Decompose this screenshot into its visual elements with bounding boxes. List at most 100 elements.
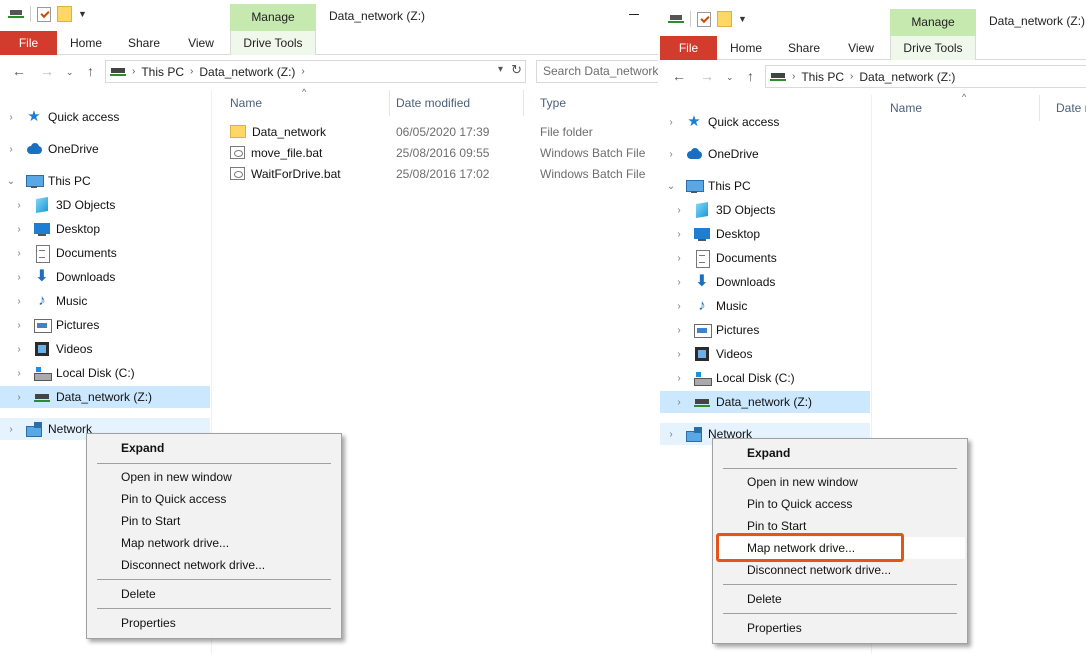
tab-view[interactable]: View [837,36,885,60]
manage-tab[interactable]: Manage [890,9,976,36]
breadcrumb-chevron-icon[interactable]: › [190,66,193,77]
expand-chevron-icon[interactable]: › [674,277,684,288]
expand-chevron-icon[interactable]: › [6,112,16,123]
nav-item-downloads[interactable]: › ⬇ Downloads [660,271,870,293]
expand-chevron-icon[interactable]: › [674,301,684,312]
nav-item-this-pc[interactable]: ⌄ This PC [660,175,870,197]
expand-chevron-icon[interactable]: › [14,248,24,259]
breadcrumb-chevron-icon[interactable]: › [792,71,795,82]
menu-item-pin-quick-access[interactable]: Pin to Quick access [89,488,339,510]
expand-chevron-icon[interactable]: › [14,392,24,403]
expand-chevron-icon[interactable]: › [674,325,684,336]
file-row[interactable]: WaitForDrive.bat 25/08/2016 17:02 Window… [214,163,658,184]
nav-item-documents[interactable]: › Documents [660,247,870,269]
menu-item-delete[interactable]: Delete [89,583,339,605]
new-folder-icon[interactable] [57,6,72,22]
nav-item-desktop[interactable]: › Desktop [0,218,210,240]
nav-item-3d-objects[interactable]: › 3D Objects [0,194,210,216]
file-row[interactable]: move_file.bat 25/08/2016 09:55 Windows B… [214,142,658,163]
address-bar[interactable]: › This PC › Data_network (Z:) › ▾ ↻ [105,60,526,83]
breadcrumb-chevron-icon[interactable]: › [132,66,135,77]
nav-item-videos[interactable]: › Videos [0,338,210,360]
breadcrumb-current[interactable]: Data_network (Z:) [859,70,955,84]
expand-chevron-icon[interactable]: › [14,224,24,235]
menu-item-pin-quick-access[interactable]: Pin to Quick access [715,493,965,515]
column-header-name[interactable]: Name [874,95,1040,121]
expand-chevron-icon[interactable]: › [666,429,676,440]
new-folder-icon[interactable] [717,11,732,27]
expand-chevron-icon[interactable]: › [674,229,684,240]
nav-item-3d-objects[interactable]: › 3D Objects [660,199,870,221]
expand-chevron-icon[interactable]: › [14,296,24,307]
tab-home[interactable]: Home [722,36,770,60]
manage-tab[interactable]: Manage [230,4,316,31]
expand-chevron-icon[interactable]: › [6,424,16,435]
menu-item-pin-start[interactable]: Pin to Start [89,510,339,532]
nav-item-music[interactable]: › ♪ Music [0,290,210,312]
customize-toolbar-chevron-icon[interactable]: ▼ [78,9,87,19]
nav-item-local-disk[interactable]: › Local Disk (C:) [0,362,210,384]
nav-item-this-pc[interactable]: ⌄ This PC [0,170,210,192]
menu-item-expand[interactable]: Expand [89,437,339,459]
breadcrumb-this-pc[interactable]: This PC [141,65,184,79]
nav-item-onedrive[interactable]: › OneDrive [660,143,870,165]
up-arrow-icon[interactable]: ↑ [747,68,754,84]
breadcrumb-current[interactable]: Data_network (Z:) [199,65,295,79]
nav-item-quick-access[interactable]: › ★ Quick access [0,106,210,128]
forward-arrow-icon[interactable]: → [700,68,714,84]
tab-drive-tools[interactable]: Drive Tools [230,31,316,55]
customize-toolbar-chevron-icon[interactable]: ▼ [738,14,747,24]
expand-chevron-icon[interactable]: › [14,344,24,355]
tab-share[interactable]: Share [120,31,168,55]
forward-arrow-icon[interactable]: → [40,63,54,79]
expand-chevron-icon[interactable]: › [6,144,16,155]
nav-item-videos[interactable]: › Videos [660,343,870,365]
back-arrow-icon[interactable]: ← [672,68,686,84]
menu-item-delete[interactable]: Delete [715,588,965,610]
nav-item-pictures[interactable]: › Pictures [660,319,870,341]
expand-chevron-icon[interactable]: › [674,349,684,360]
properties-icon[interactable] [697,11,711,27]
menu-item-disconnect-network-drive[interactable]: Disconnect network drive... [715,559,965,581]
breadcrumb-chevron-icon[interactable]: › [301,66,304,77]
collapse-chevron-icon[interactable]: ⌄ [666,181,676,192]
nav-item-documents[interactable]: › Documents [0,242,210,264]
minimize-icon[interactable] [629,14,639,15]
expand-chevron-icon[interactable]: › [666,117,676,128]
expand-chevron-icon[interactable]: › [674,373,684,384]
file-row[interactable]: Data_network 06/05/2020 17:39 File folde… [214,121,658,142]
expand-chevron-icon[interactable]: › [14,200,24,211]
recent-locations-chevron-icon[interactable]: ⌄ [66,67,74,78]
expand-chevron-icon[interactable]: › [14,272,24,283]
breadcrumb-this-pc[interactable]: This PC [801,70,844,84]
nav-item-music[interactable]: › ♪ Music [660,295,870,317]
nav-item-local-disk[interactable]: › Local Disk (C:) [660,367,870,389]
nav-item-onedrive[interactable]: › OneDrive [0,138,210,160]
breadcrumb-chevron-icon[interactable]: › [850,71,853,82]
refresh-icon[interactable]: ↻ [511,62,522,78]
menu-item-open-new-window[interactable]: Open in new window [715,471,965,493]
menu-item-map-network-drive[interactable]: Map network drive... [89,532,339,554]
nav-item-downloads[interactable]: › ⬇ Downloads [0,266,210,288]
collapse-chevron-icon[interactable]: ⌄ [6,176,16,187]
column-header-type[interactable]: Type [524,90,658,116]
column-header-date-modified[interactable]: Date modified [380,90,524,116]
expand-chevron-icon[interactable]: › [666,149,676,160]
tab-drive-tools[interactable]: Drive Tools [890,36,976,60]
expand-chevron-icon[interactable]: › [674,205,684,216]
expand-chevron-icon[interactable]: › [674,253,684,264]
menu-item-disconnect-network-drive[interactable]: Disconnect network drive... [89,554,339,576]
column-header-date-modified[interactable]: Date m [1040,95,1086,121]
nav-item-quick-access[interactable]: › ★ Quick access [660,111,870,133]
drive-icon[interactable] [8,8,24,20]
menu-item-properties[interactable]: Properties [89,612,339,634]
back-arrow-icon[interactable]: ← [12,63,26,79]
drive-icon[interactable] [668,13,684,25]
nav-item-desktop[interactable]: › Desktop [660,223,870,245]
properties-icon[interactable] [37,6,51,22]
tab-view[interactable]: View [177,31,225,55]
nav-item-pictures[interactable]: › Pictures [0,314,210,336]
address-bar[interactable]: › This PC › Data_network (Z:) [765,65,1086,88]
tab-file[interactable]: File [660,36,717,60]
tab-home[interactable]: Home [62,31,110,55]
